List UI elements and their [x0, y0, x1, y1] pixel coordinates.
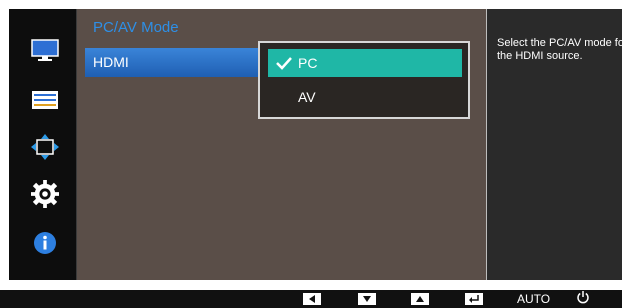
down-arrow-icon: [358, 293, 376, 305]
enter-icon: [465, 293, 483, 305]
sidebar: [9, 9, 77, 280]
submenu-panel: PC AV: [258, 41, 470, 119]
menu-item-hdmi[interactable]: HDMI: [85, 48, 265, 77]
info-icon[interactable]: [31, 229, 59, 257]
enter-button[interactable]: [465, 292, 483, 306]
left-arrow-icon: [303, 293, 321, 305]
up-button[interactable]: [411, 292, 429, 306]
auto-button[interactable]: AUTO: [517, 292, 550, 306]
monitor-icon[interactable]: [31, 36, 59, 64]
option-pc[interactable]: PC: [268, 49, 462, 77]
size-position-icon[interactable]: [31, 133, 59, 161]
down-button[interactable]: [358, 292, 376, 306]
button-guide-bar: AUTO: [0, 290, 622, 308]
menu-title: PC/AV Mode: [93, 19, 179, 36]
help-panel: Select the PC/AV mode for the HDMI sourc…: [486, 9, 622, 280]
up-arrow-icon: [411, 293, 429, 305]
power-button[interactable]: [576, 290, 590, 308]
picture-settings-icon[interactable]: [31, 86, 59, 114]
auto-label: AUTO: [517, 292, 551, 306]
option-pc-label: PC: [298, 55, 318, 71]
gear-icon[interactable]: [31, 180, 59, 208]
left-button[interactable]: [303, 292, 321, 306]
option-av-label: AV: [298, 89, 316, 105]
power-icon: [576, 290, 590, 308]
check-icon: [274, 54, 294, 72]
option-av[interactable]: AV: [268, 83, 462, 111]
help-text: Select the PC/AV mode for the HDMI sourc…: [497, 37, 622, 62]
